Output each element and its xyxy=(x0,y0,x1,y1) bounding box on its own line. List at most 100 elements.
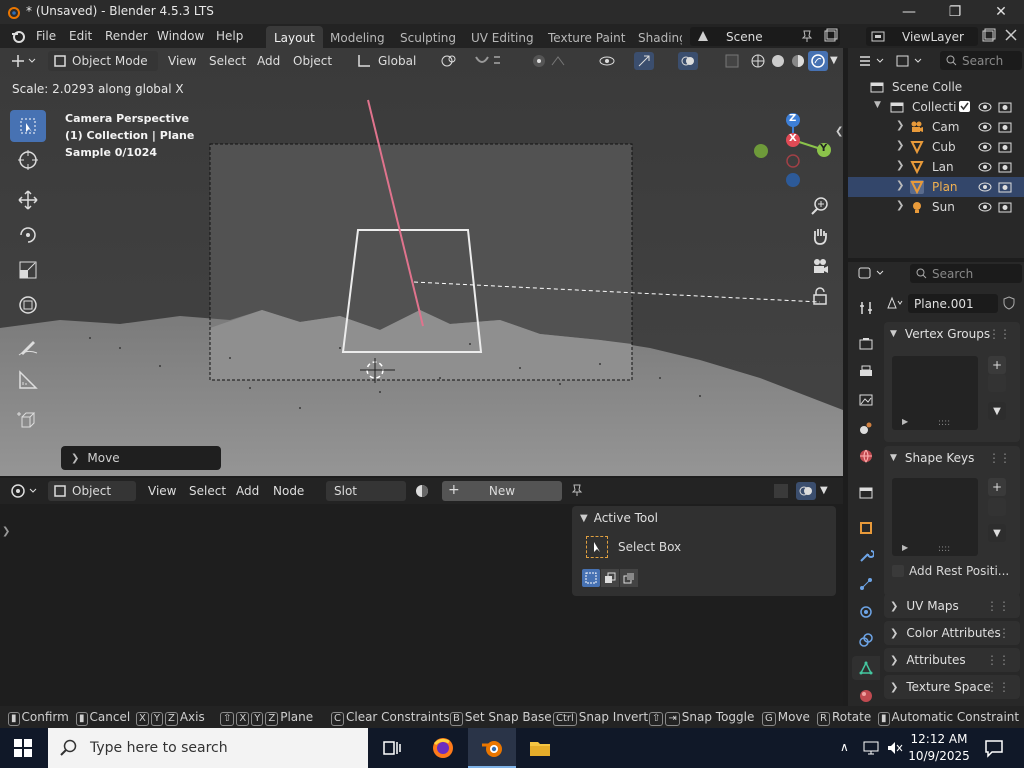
volume-muted-icon[interactable] xyxy=(886,739,904,757)
render-camera-icon[interactable] xyxy=(998,180,1012,194)
render-camera-icon[interactable] xyxy=(998,200,1012,214)
remove-view-layer-icon[interactable] xyxy=(1004,28,1018,42)
vertex-groups-header[interactable]: ▼ Vertex Groups ⋮⋮ xyxy=(884,322,1020,346)
tab-collection[interactable] xyxy=(852,480,880,504)
tab-physics[interactable] xyxy=(852,600,880,624)
maximize-button[interactable]: ❐ xyxy=(932,0,978,24)
color-attributes-panel[interactable]: ❯ Color Attributes ⋮⋮ xyxy=(884,621,1020,645)
taskbar-blender-app[interactable] xyxy=(468,728,516,768)
render-camera-icon[interactable] xyxy=(998,160,1012,174)
taskbar-search-box[interactable]: Type here to search xyxy=(48,728,368,768)
expand-object-chevron-icon[interactable]: ❯ xyxy=(896,160,904,171)
expand-object-chevron-icon[interactable]: ❯ xyxy=(896,180,904,191)
editor-type-node-icon[interactable] xyxy=(10,483,38,499)
new-scene-icon[interactable] xyxy=(822,28,838,44)
viewport-menu-select[interactable]: Select xyxy=(209,54,246,68)
expand-object-chevron-icon[interactable]: ❯ xyxy=(896,140,904,151)
tool-move[interactable] xyxy=(10,184,46,216)
outliner-row-camera[interactable]: ❯ Cam xyxy=(848,117,1024,137)
node-overlays-chevron-icon[interactable]: ▼ xyxy=(820,485,828,496)
pin-icon[interactable] xyxy=(800,29,814,43)
pin-node-tree-icon[interactable] xyxy=(570,483,584,497)
eye-icon[interactable] xyxy=(978,140,992,154)
display-mode-icon[interactable] xyxy=(896,54,924,68)
navigation-gizmo[interactable]: Z X Y xyxy=(754,110,836,190)
shading-rendered-icon[interactable] xyxy=(808,51,828,71)
scene-selector[interactable]: Scene xyxy=(690,27,840,46)
outliner-row-landscape[interactable]: ❯ Lan xyxy=(848,157,1024,177)
add-rest-position-row[interactable]: Add Rest Positi... xyxy=(892,564,1009,578)
uv-maps-panel[interactable]: ❯ UV Maps ⋮⋮ xyxy=(884,594,1020,618)
shape-keys-header[interactable]: ▼ Shape Keys ⋮⋮ xyxy=(884,446,1020,470)
list-expand-icon[interactable]: ▶ xyxy=(902,417,908,426)
collapse-chevron-icon[interactable]: ▼ xyxy=(580,513,588,524)
properties-editor-type-icon[interactable] xyxy=(858,266,886,280)
tool-annotate[interactable] xyxy=(10,330,46,362)
vertex-groups-list[interactable]: ▶ :::: xyxy=(892,356,978,430)
tab-uv-editing[interactable]: UV Editing xyxy=(463,26,542,48)
node-overlays-icon[interactable] xyxy=(796,482,816,500)
eye-icon[interactable] xyxy=(978,180,992,194)
mesh-browse-icon[interactable] xyxy=(884,296,906,310)
render-camera-icon[interactable] xyxy=(998,100,1012,114)
list-resize-grip-icon[interactable]: :::: xyxy=(938,544,950,554)
snap-nodes-icon[interactable] xyxy=(772,482,790,500)
panel-drag-grip-icon[interactable]: ⋮⋮ xyxy=(986,626,1010,640)
tab-object[interactable] xyxy=(852,516,880,540)
outliner-editor-type-icon[interactable] xyxy=(858,54,886,68)
viewport-menu-view[interactable]: View xyxy=(168,54,196,68)
tab-modifiers[interactable] xyxy=(852,544,880,568)
proportional-editing-icon[interactable] xyxy=(530,53,570,69)
select-mode-extend-icon[interactable] xyxy=(601,569,619,587)
pan-hand-icon[interactable] xyxy=(810,226,830,246)
shader-menu-select[interactable]: Select xyxy=(189,484,226,498)
tab-texture-paint[interactable]: Texture Paint xyxy=(540,26,633,48)
expand-object-chevron-icon[interactable]: ❯ xyxy=(896,120,904,131)
tab-mesh-data[interactable] xyxy=(852,656,880,680)
viewport-menu-object[interactable]: Object xyxy=(293,54,332,68)
transform-orientation-selector[interactable]: Global xyxy=(378,54,416,68)
firefox-icon[interactable] xyxy=(431,736,455,760)
collapse-collection-chevron-icon[interactable]: ▼ xyxy=(874,100,881,110)
eye-icon[interactable] xyxy=(978,200,992,214)
mesh-name-field[interactable]: Plane.001 xyxy=(908,293,998,313)
windows-start-icon[interactable] xyxy=(14,739,32,757)
tool-rotate[interactable] xyxy=(10,219,46,251)
viewport-menu-add[interactable]: Add xyxy=(257,54,280,68)
menu-edit[interactable]: Edit xyxy=(69,29,92,43)
list-resize-grip-icon[interactable]: :::: xyxy=(938,418,950,428)
eye-icon[interactable] xyxy=(978,120,992,134)
taskbar-clock[interactable]: 12:12 AM 10/9/2025 xyxy=(906,731,972,765)
gizmo-toggle-icon[interactable] xyxy=(634,52,654,70)
eye-icon[interactable] xyxy=(978,160,992,174)
exclude-checkbox-icon[interactable] xyxy=(958,100,971,113)
shader-menu-node[interactable]: Node xyxy=(273,484,304,498)
select-mode-subtract-icon[interactable] xyxy=(620,569,638,587)
tool-measure[interactable] xyxy=(10,364,46,396)
add-rest-position-checkbox[interactable] xyxy=(892,565,904,577)
panel-drag-grip-icon[interactable]: ⋮⋮ xyxy=(988,327,1011,341)
tab-shading[interactable]: Shading xyxy=(630,26,682,48)
editor-type-3d-icon[interactable] xyxy=(10,53,36,69)
material-slot-selector[interactable]: Slot xyxy=(326,481,406,501)
tab-view-layer[interactable] xyxy=(852,388,880,412)
outliner-row-sun[interactable]: ❯ Sun xyxy=(848,197,1024,217)
tab-sculpting[interactable]: Sculpting xyxy=(392,26,464,48)
material-browse-icon[interactable] xyxy=(414,483,438,499)
panel-drag-grip-icon[interactable]: ⋮⋮ xyxy=(986,653,1010,667)
new-material-button[interactable]: + New xyxy=(442,481,562,501)
attributes-panel[interactable]: ❯ Attributes ⋮⋮ xyxy=(884,648,1020,672)
remove-vertex-group-button[interactable] xyxy=(988,374,1006,392)
render-camera-icon[interactable] xyxy=(998,140,1012,154)
properties-editor[interactable]: Search Plane.001 ▼ Vertex Groups ⋮⋮ ▶::… xyxy=(848,262,1024,706)
lock-camera-icon[interactable] xyxy=(811,286,829,306)
sidebar-toggle-chevron-icon[interactable]: ❮ xyxy=(835,126,843,137)
notifications-icon[interactable] xyxy=(984,738,1004,758)
pivot-point-icon[interactable] xyxy=(440,53,464,69)
select-mode-new-icon[interactable] xyxy=(582,569,600,587)
overlays-toggle-icon[interactable] xyxy=(678,52,698,70)
tab-scene[interactable] xyxy=(852,416,880,440)
shader-menu-add[interactable]: Add xyxy=(236,484,259,498)
add-vertex-group-button[interactable]: + xyxy=(988,356,1006,374)
remove-shape-key-button[interactable] xyxy=(988,498,1006,516)
